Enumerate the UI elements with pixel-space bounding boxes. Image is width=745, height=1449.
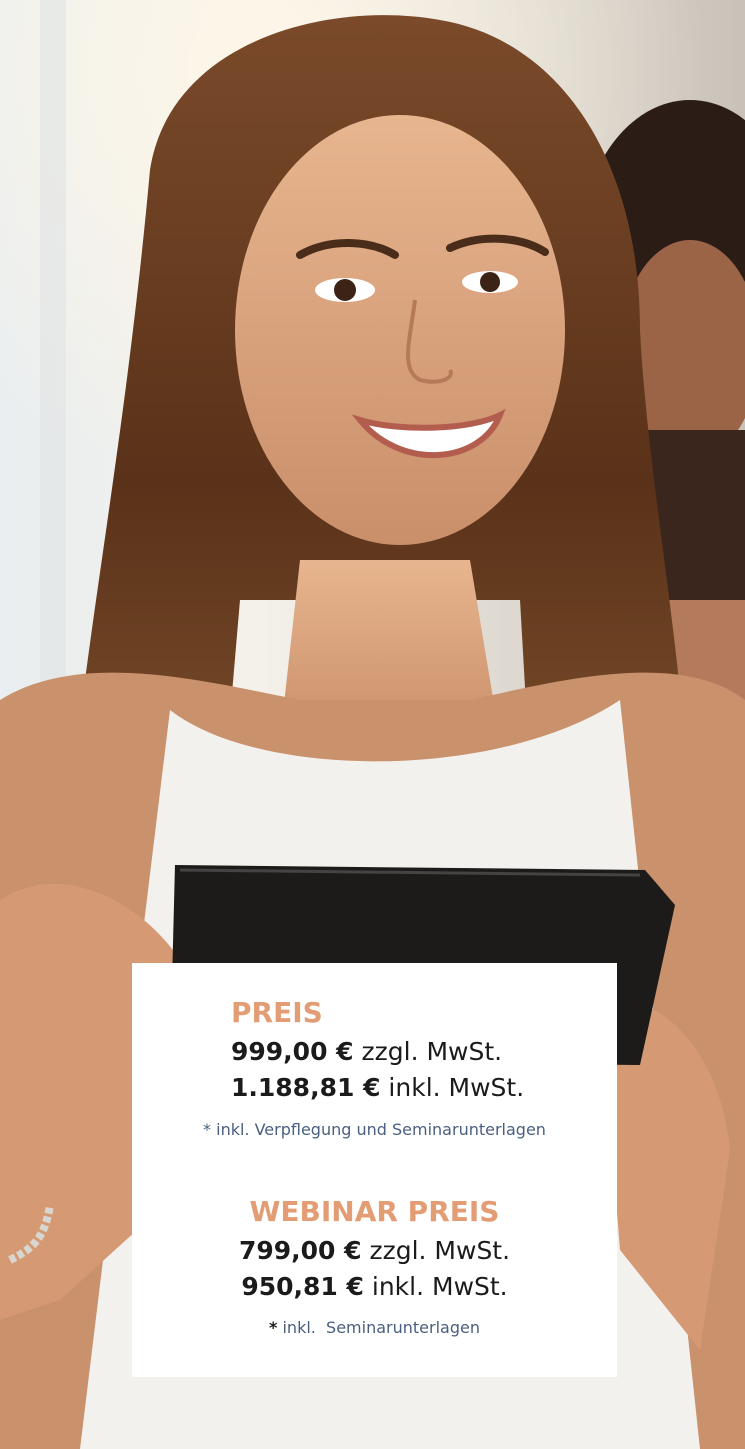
price-gross-amount: 1.188,81 € [231,1073,381,1102]
price-card: PREIS 999,00 € zzgl. MwSt. 1.188,81 € in… [132,963,617,1377]
price-gross-line: 1.188,81 € inkl. MwSt. [132,1070,617,1106]
price-net-amount: 999,00 € [231,1037,354,1066]
webinar-gross-label: inkl. MwSt. [371,1272,508,1301]
price-block: PREIS 999,00 € zzgl. MwSt. 1.188,81 € in… [132,996,617,1141]
webinar-note-star: * [269,1318,278,1337]
webinar-note: * inkl. Seminarunterlagen [132,1317,617,1339]
webinar-note-text: inkl. Seminarunterlagen [282,1318,480,1337]
price-net-label: zzgl. MwSt. [361,1037,503,1066]
price-gross-label: inkl. MwSt. [388,1073,525,1102]
webinar-price-block: WEBINAR PREIS 799,00 € zzgl. MwSt. 950,8… [132,1195,617,1339]
webinar-gross-amount: 950,81 € [241,1272,364,1301]
price-note: * inkl. Verpflegung und Seminarunterlage… [203,1120,546,1139]
webinar-price-title: WEBINAR PREIS [249,1195,500,1228]
price-title: PREIS [231,996,323,1029]
webinar-net-line: 799,00 € zzgl. MwSt. [132,1233,617,1269]
webinar-net-amount: 799,00 € [238,1236,362,1265]
webinar-gross-line: 950,81 € inkl. MwSt. [132,1269,617,1305]
price-net-line: 999,00 € zzgl. MwSt. [132,1034,617,1070]
webinar-net-label: zzgl. MwSt. [369,1236,511,1265]
